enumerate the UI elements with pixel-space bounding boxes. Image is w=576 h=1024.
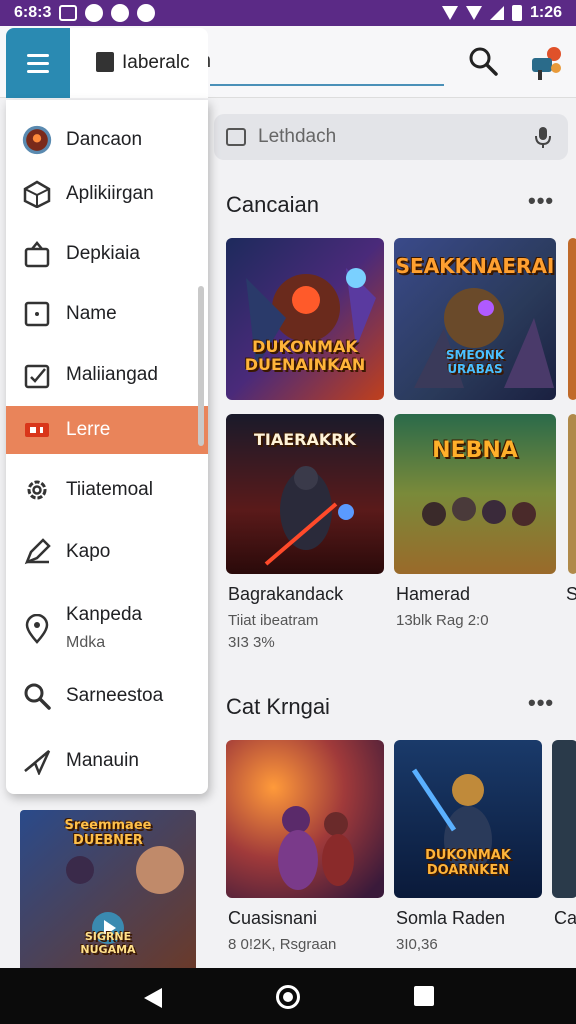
drawer-item-label: Aplikiirgan bbox=[66, 183, 154, 204]
search-placeholder: Lethdach bbox=[258, 126, 337, 147]
status-clock: 1:26 bbox=[529, 4, 562, 21]
avatar-icon bbox=[22, 125, 52, 155]
game-art-title: DUKONMAK DOARNKEN bbox=[425, 848, 511, 878]
section-title: Cancaian bbox=[226, 192, 319, 217]
game-card-peek[interactable] bbox=[552, 740, 576, 898]
tab-icon bbox=[226, 128, 246, 146]
game-title[interactable]: Bagrakandack bbox=[228, 584, 343, 605]
game-title-peek[interactable]: S bbox=[566, 584, 576, 605]
send-icon bbox=[22, 746, 52, 776]
clipboard-icon bbox=[22, 360, 52, 390]
game-art-title: NEBNA bbox=[432, 438, 518, 463]
app-notification-icon bbox=[137, 4, 156, 22]
drawer-item-dancaon[interactable]: Dancaon bbox=[6, 110, 208, 170]
game-card[interactable]: TIAERAKRK bbox=[226, 414, 384, 574]
game-title[interactable]: Somla Raden bbox=[396, 908, 505, 929]
pen-icon bbox=[22, 537, 52, 567]
menu-icon[interactable] bbox=[6, 28, 70, 98]
wifi-icon-2 bbox=[465, 6, 482, 20]
drawer-item-label: Manauin bbox=[66, 750, 139, 771]
drawer-item-kapo[interactable]: Kapo bbox=[6, 522, 208, 582]
ticket-icon bbox=[22, 415, 52, 445]
mic-icon[interactable] bbox=[530, 124, 556, 150]
system-navigation-bar bbox=[0, 968, 576, 1024]
back-icon[interactable] bbox=[144, 988, 162, 1008]
drawer-item-kanpeda[interactable]: Kanpeda Mdka bbox=[6, 590, 208, 666]
game-card[interactable]: SEAKKNAERAI SMEONK URABAS bbox=[394, 238, 556, 400]
drawer-item-label: Tiiatemoal bbox=[66, 479, 153, 500]
drawer-item-name[interactable]: Name bbox=[6, 284, 208, 344]
battery-icon bbox=[511, 5, 522, 21]
document-icon bbox=[96, 52, 114, 72]
game-title[interactable]: Hamerad bbox=[396, 584, 470, 605]
drawer-item-depkiaia[interactable]: Depkiaia bbox=[6, 224, 208, 284]
drawer-item-label: Lerre bbox=[66, 419, 111, 440]
drawer-header-label: Iaberalc bbox=[122, 52, 190, 73]
more-options-button[interactable]: ••• bbox=[528, 690, 554, 716]
search-field[interactable]: Lethdach bbox=[214, 114, 568, 160]
drawer-item-maliiangad[interactable]: Maliiangad bbox=[6, 344, 208, 406]
search-icon bbox=[22, 681, 52, 711]
game-subtitle: 3I0,36 bbox=[396, 936, 438, 953]
square-icon bbox=[22, 299, 52, 329]
game-art-title: TIAERAKRK bbox=[254, 430, 356, 449]
game-card-peek[interactable] bbox=[568, 238, 576, 400]
drawer-item-sarneestoa[interactable]: Sarneestoa bbox=[6, 666, 208, 726]
status-bar: 6:8:3 1:26 bbox=[0, 0, 576, 26]
profile-avatar[interactable] bbox=[526, 42, 566, 82]
game-card[interactable] bbox=[226, 740, 384, 898]
status-time: 6:8:3 bbox=[14, 4, 52, 21]
search-icon[interactable] bbox=[466, 44, 500, 78]
drawer-item-aplikiirgan[interactable]: Aplikiirgan bbox=[6, 164, 208, 224]
promo-art-title: Sreemmaee DUEBNER bbox=[64, 818, 152, 848]
title-underline bbox=[210, 84, 444, 86]
bag-icon bbox=[22, 239, 52, 269]
game-art bbox=[226, 740, 384, 898]
game-subtitle: 8 0!2K, Rsgraan bbox=[228, 936, 337, 953]
game-card[interactable]: DUKONMAK DOARNKEN bbox=[394, 740, 542, 898]
game-card[interactable]: DUKONMAK DUENAINKAN bbox=[226, 238, 384, 400]
drawer-item-manauin[interactable]: Manauin bbox=[6, 730, 208, 792]
signal-icon bbox=[489, 6, 504, 20]
recents-icon[interactable] bbox=[414, 986, 434, 1006]
section-title: Cat Krngai bbox=[226, 694, 330, 719]
promo-art-subtitle: SIGRNE NUGAMA bbox=[80, 930, 136, 956]
record-icon bbox=[111, 4, 130, 22]
drawer-item-label: Dancaon bbox=[66, 129, 143, 150]
drawer-item-label: Maliiangad bbox=[66, 364, 158, 385]
drawer-item-label: Kapo bbox=[66, 541, 111, 562]
sync-icon bbox=[85, 4, 104, 22]
drawer-header: Iaberalc bbox=[6, 28, 208, 98]
game-title[interactable]: Cuasisnani bbox=[228, 908, 317, 929]
wifi-icon bbox=[441, 6, 458, 20]
game-subtitle: 13blk Rag 2:0 bbox=[396, 612, 489, 629]
drawer-scrollbar[interactable] bbox=[198, 286, 204, 446]
game-card[interactable]: NEBNA bbox=[394, 414, 556, 574]
drawer-item-tiiatemoal[interactable]: Tiiatemoal bbox=[6, 460, 208, 520]
game-art-title: SEAKKNAERAI bbox=[395, 254, 555, 278]
more-options-button[interactable]: ••• bbox=[528, 188, 554, 214]
location-icon bbox=[22, 614, 52, 644]
gear-icon bbox=[22, 475, 52, 505]
navigation-drawer: Dancaon Aplikiirgan Depkiaia Name Maliia… bbox=[6, 100, 208, 794]
cube-icon bbox=[22, 179, 52, 209]
promo-card[interactable]: Sreemmaee DUEBNER SIGRNE NUGAMA bbox=[20, 810, 196, 968]
game-card-peek[interactable] bbox=[568, 414, 576, 574]
drawer-item-label: Sarneestoa bbox=[66, 685, 164, 706]
gallery-icon bbox=[59, 5, 78, 21]
drawer-item-lerre[interactable]: Lerre bbox=[6, 406, 208, 454]
game-art-title: DUKONMAK DUENAINKAN bbox=[244, 337, 366, 374]
game-title-peek[interactable]: Ca bbox=[554, 908, 576, 929]
drawer-item-label: Depkiaia bbox=[66, 243, 140, 264]
drawer-item-label: Kanpeda bbox=[66, 604, 143, 625]
game-subtitle: Tiiat ibeatram bbox=[228, 612, 319, 629]
drawer-item-label: Name bbox=[66, 303, 117, 324]
drawer-item-sublabel: Mdka bbox=[66, 634, 106, 651]
game-rating: 3I3 3% bbox=[228, 634, 275, 651]
game-art bbox=[226, 238, 384, 400]
home-icon[interactable] bbox=[276, 985, 300, 1009]
game-art-subtitle: SMEONK URABAS bbox=[445, 348, 505, 376]
